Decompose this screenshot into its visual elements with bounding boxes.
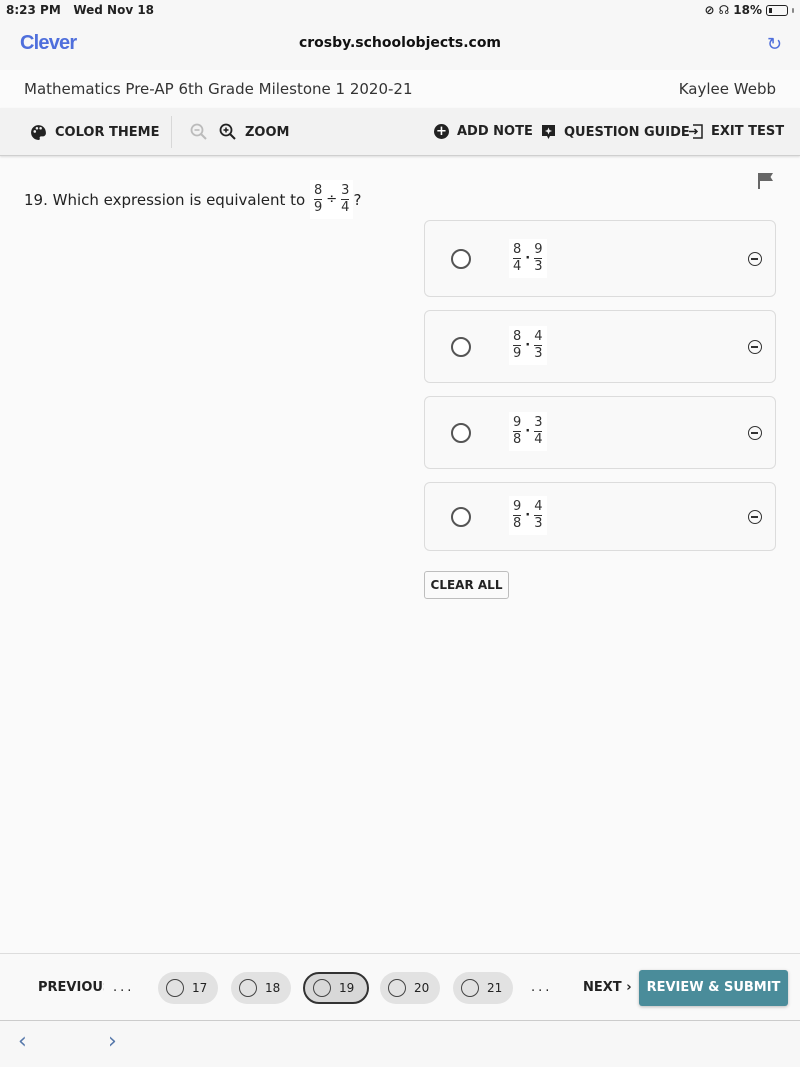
radio-button[interactable] — [451, 337, 471, 357]
question-navigator: PREVIOUS ... 17 18 19 20 21 ... NEXT › R… — [0, 953, 800, 1021]
status-bar: 8:23 PM Wed Nov 18 ⊘ ☊ 18% — [0, 0, 800, 22]
choice-expression: 98 · 43 — [509, 496, 547, 535]
headphones-icon: ☊ — [718, 3, 730, 17]
question-guide-icon — [542, 125, 555, 139]
browser-bar: Clever crosby.schoolobjects.com ↻ — [0, 22, 800, 70]
eliminate-icon[interactable] — [748, 252, 762, 266]
zoom-in-button[interactable]: ZOOM — [219, 123, 289, 141]
test-header: Mathematics Pre-AP 6th Grade Milestone 1… — [0, 70, 800, 108]
review-submit-button[interactable]: REVIEW & SUBMIT — [639, 970, 788, 1006]
status-circle-icon — [388, 979, 406, 997]
eliminate-icon[interactable] — [748, 340, 762, 354]
choice-expression: 84 · 93 — [509, 239, 547, 278]
zoom-out-icon[interactable] — [190, 123, 208, 141]
choice-expression: 98 · 34 — [509, 412, 547, 451]
browser-nav-bar: ‹ › — [0, 1021, 800, 1067]
question-guide-button[interactable]: QUESTION GUIDE — [541, 124, 690, 140]
status-circle-icon — [461, 979, 479, 997]
answer-choice-b[interactable]: 89 · 43 — [424, 310, 776, 383]
ellipsis: ... — [531, 980, 553, 995]
test-title: Mathematics Pre-AP 6th Grade Milestone 1… — [24, 80, 413, 98]
ellipsis: ... — [113, 980, 135, 995]
forward-icon[interactable]: › — [108, 1029, 117, 1054]
battery-percent: 18% — [733, 3, 762, 17]
previous-button[interactable]: PREVIOUS — [38, 980, 104, 995]
clear-all-button[interactable]: CLEAR ALL — [424, 571, 509, 599]
status-circle-icon — [313, 979, 331, 997]
question-pill-21[interactable]: 21 — [453, 972, 513, 1004]
next-button[interactable]: NEXT › — [583, 980, 632, 995]
status-circle-icon — [166, 979, 184, 997]
toolbar: COLOR THEME ZOOM + ADD NOTE QUESTION GUI… — [0, 108, 800, 156]
question-prompt: 19. Which expression is equivalent to 89… — [24, 180, 361, 219]
status-time: 8:23 PM Wed Nov 18 — [6, 3, 155, 17]
radio-button[interactable] — [451, 249, 471, 269]
link-icon: ⊘ — [704, 3, 715, 17]
back-icon[interactable]: ‹ — [18, 1029, 27, 1054]
eliminate-icon[interactable] — [748, 510, 762, 524]
flag-icon[interactable] — [757, 172, 775, 190]
choice-expression: 89 · 43 — [509, 326, 547, 365]
reload-icon[interactable]: ↻ — [767, 34, 782, 55]
toolbar-divider — [171, 116, 172, 148]
answer-choice-a[interactable]: 84 · 93 — [424, 220, 776, 297]
user-name: Kaylee Webb — [678, 80, 776, 98]
status-circle-icon — [239, 979, 257, 997]
fraction: 89 — [313, 183, 323, 215]
url-bar[interactable]: crosby.schoolobjects.com — [0, 35, 800, 51]
question-pill-20[interactable]: 20 — [380, 972, 440, 1004]
answer-choice-d[interactable]: 98 · 43 — [424, 482, 776, 551]
question-pill-17[interactable]: 17 — [158, 972, 218, 1004]
exit-test-button[interactable]: EXIT TEST — [688, 124, 784, 139]
add-note-button[interactable]: + ADD NOTE — [434, 124, 533, 139]
palette-icon — [31, 125, 46, 140]
exit-icon — [689, 124, 703, 139]
color-theme-button[interactable]: COLOR THEME — [30, 124, 159, 141]
battery-icon — [766, 4, 788, 16]
radio-button[interactable] — [451, 507, 471, 527]
question-pill-18[interactable]: 18 — [231, 972, 291, 1004]
question-expression: 89 ÷ 34 — [309, 180, 354, 219]
zoom-in-icon — [219, 123, 236, 140]
eliminate-icon[interactable] — [748, 426, 762, 440]
fraction: 34 — [341, 183, 350, 215]
question-pill-19-current[interactable]: 19 — [303, 972, 369, 1004]
plus-circle-icon: + — [434, 124, 449, 139]
radio-button[interactable] — [451, 423, 471, 443]
chevron-right-icon: › — [626, 980, 632, 995]
answer-choice-c[interactable]: 98 · 34 — [424, 396, 776, 469]
